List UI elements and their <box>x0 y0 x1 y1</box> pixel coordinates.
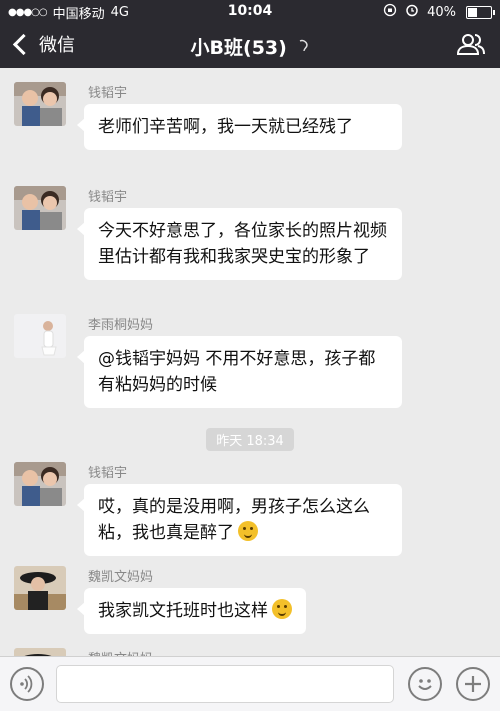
avatar[interactable] <box>14 462 66 506</box>
sender-name: 钱韬宇 <box>88 86 128 101</box>
smiley-icon <box>418 679 432 690</box>
message-input-bar <box>0 656 500 711</box>
message-bubble[interactable]: @钱韬宇妈妈 不用不好意思，孩子都有粘妈妈的时候 <box>77 336 402 408</box>
battery-fill <box>468 7 477 17</box>
message-bubble[interactable]: 今天不好意思了，各位家长的照片视频里估计都有我和我家哭史宝的形象了 <box>77 208 402 280</box>
timestamp-divider: 昨天 18:34 <box>0 428 500 451</box>
chat-header: 微信 小B班(53) <box>0 22 500 68</box>
avatar[interactable] <box>14 314 66 358</box>
sender-name: 钱韬宇 <box>88 466 128 481</box>
message-text: 我家凯文托班时也这样 <box>98 601 268 621</box>
message-list[interactable]: 钱韬宇 老师们辛苦啊，我一天就已经残了 钱韬宇 今天不好意思了，各位家长的照片视… <box>0 68 500 656</box>
more-options-button[interactable] <box>456 667 490 701</box>
plus-icon <box>465 676 481 692</box>
sender-name: 李雨桐妈妈 <box>88 318 154 333</box>
group-name: 小B班(53) <box>190 37 287 59</box>
orientation-lock-icon <box>383 3 397 21</box>
message-bubble[interactable]: 哎，真的是没用啊，男孩子怎么这么粘，我也真是醉了 <box>77 484 402 556</box>
chat-title: 小B班(53) <box>0 33 500 60</box>
alarm-icon <box>405 3 419 21</box>
voice-input-button[interactable] <box>10 667 44 701</box>
message-text-input[interactable] <box>56 665 394 703</box>
message-bubble[interactable]: 我家凯文托班时也这样 <box>77 588 306 634</box>
voice-icon <box>20 675 33 693</box>
avatar[interactable] <box>14 648 66 656</box>
status-bar: ●●●○○ 中国移动 4G 10:04 40% <box>0 0 500 22</box>
avatar[interactable] <box>14 186 66 230</box>
avatar[interactable] <box>14 82 66 126</box>
earpiece-mode-icon <box>297 38 309 58</box>
grin-emoji-icon <box>272 599 292 619</box>
emoji-button[interactable] <box>408 667 442 701</box>
sender-name: 钱韬宇 <box>88 190 128 205</box>
sender-name: 魏凯文妈妈 <box>88 570 154 585</box>
sender-name: 魏凯文妈妈 <box>88 648 153 656</box>
timestamp: 昨天 18:34 <box>206 428 294 451</box>
message-text: 哎，真的是没用啊，男孩子怎么这么粘，我也真是醉了 <box>98 497 370 543</box>
battery-icon <box>466 5 495 19</box>
people-icon <box>456 34 485 55</box>
message-bubble[interactable]: 老师们辛苦啊，我一天就已经残了 <box>77 104 402 150</box>
battery-percent: 40% <box>427 4 456 20</box>
avatar[interactable] <box>14 566 66 610</box>
chat-members-button[interactable] <box>456 32 486 56</box>
dizzy-face-emoji-icon <box>238 521 258 541</box>
